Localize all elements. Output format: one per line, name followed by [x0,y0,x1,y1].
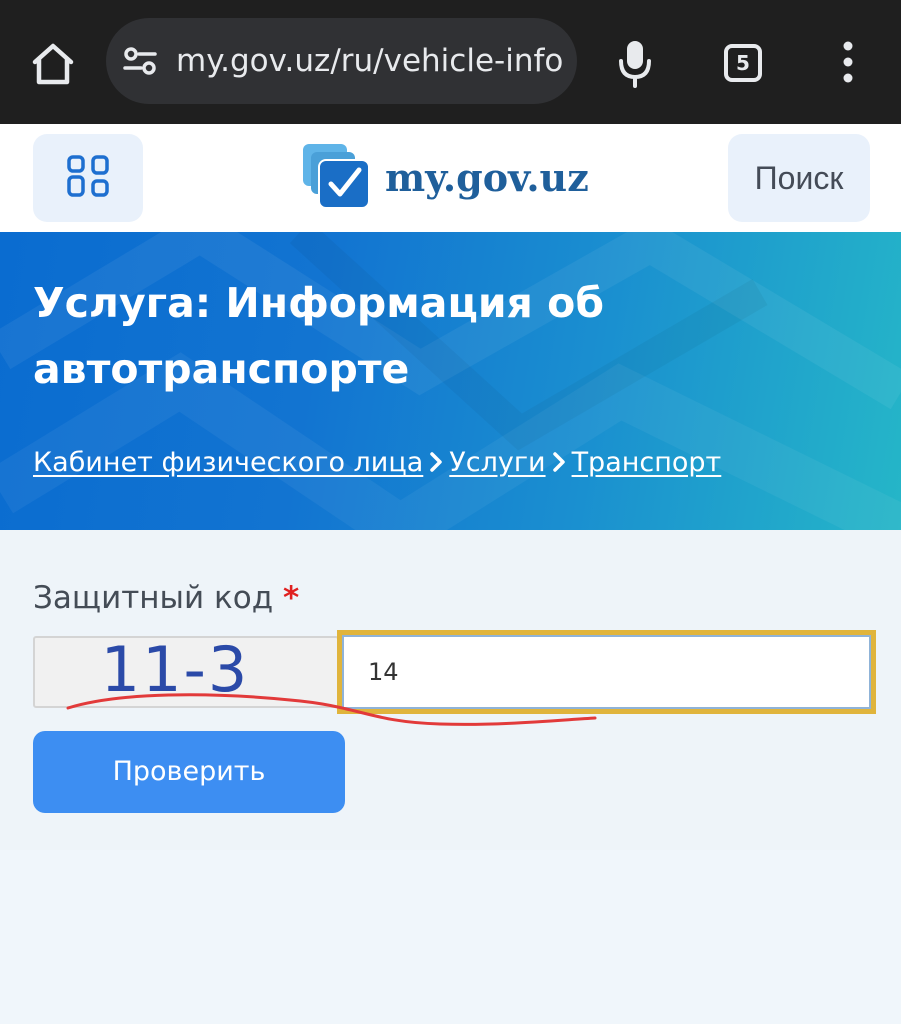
captcha-answer-input[interactable] [337,630,876,714]
tab-count: 5 [724,44,762,82]
page-title: Услуга: Информация об автотранспорте [33,279,604,393]
site-logo[interactable]: my.gov.uz [301,142,589,212]
captcha-expression: 11-3 [100,632,250,706]
breadcrumb-item-services[interactable]: Услуги [449,447,545,478]
tune-icon[interactable] [122,45,158,77]
chevron-right-icon [423,447,449,477]
captcha-label: Защитный код * [33,580,299,616]
page-body-empty [0,850,901,1024]
browser-toolbar: my.gov.uz/ru/vehicle-info 5 [0,0,901,124]
search-button[interactable]: Поиск [728,134,870,222]
breadcrumb-item-transport[interactable]: Транспорт [572,447,722,478]
required-mark: * [283,580,300,616]
captcha-image: 11-3 [33,632,339,708]
tabs-button[interactable]: 5 [718,38,768,88]
site-header: my.gov.uz Поиск [0,124,901,232]
logo-text: my.gov.uz [385,154,589,200]
microphone-icon[interactable] [612,36,658,92]
url-text[interactable]: my.gov.uz/ru/vehicle-info [176,40,571,82]
home-icon[interactable] [26,36,80,92]
checkmark-logo-icon [301,142,373,212]
address-bar[interactable]: my.gov.uz/ru/vehicle-info [106,18,577,104]
menu-button[interactable] [33,134,143,222]
service-banner: Услуга: Информация об автотранспорте Каб… [0,232,901,530]
breadcrumb: Кабинет физического лица Услуги Транспор… [33,442,721,482]
chevron-right-icon [546,447,572,477]
more-vert-icon[interactable] [830,40,866,84]
check-button[interactable]: Проверить [33,731,345,813]
grid-menu-icon [66,154,110,202]
breadcrumb-item-cabinet[interactable]: Кабинет физического лица [33,447,423,478]
captcha-label-text: Защитный код [33,580,274,616]
